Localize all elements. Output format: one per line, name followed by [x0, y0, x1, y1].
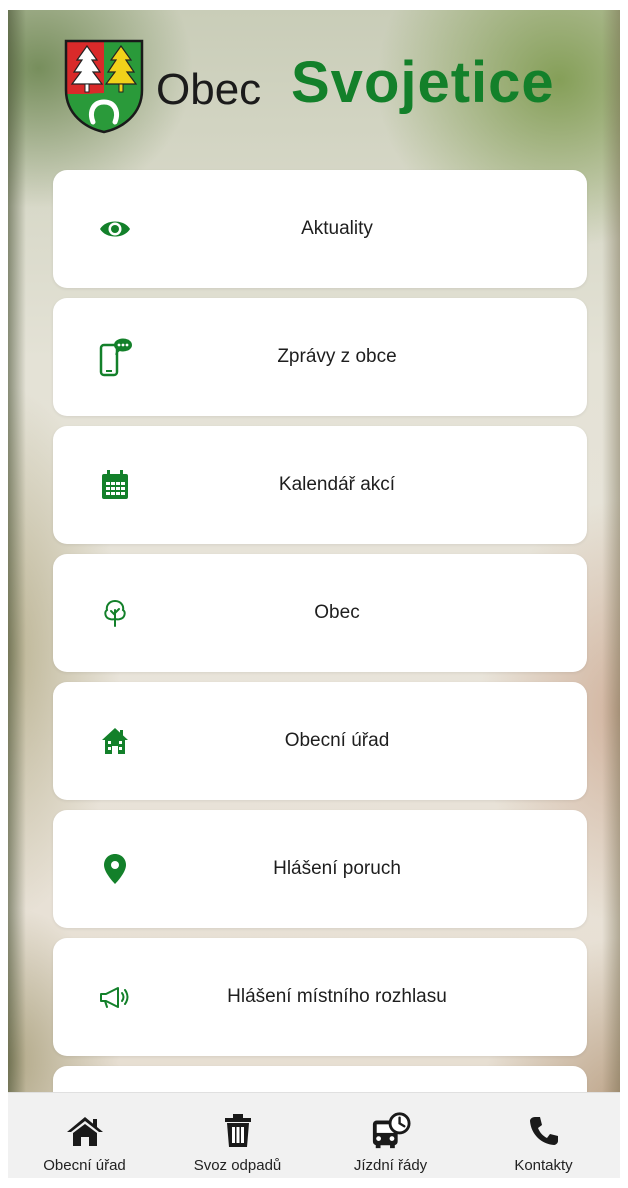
nav-label: Kontakty — [514, 1157, 573, 1174]
header: Obec Svojetice — [8, 10, 620, 160]
menu-item-label: Aktuality — [301, 218, 373, 239]
menu-item-zpravy[interactable]: Zprávy z obce — [53, 298, 587, 416]
menu-item-aktuality[interactable]: Aktuality — [53, 170, 587, 288]
menu-item-obecni-urad[interactable]: Obecní úřad — [53, 682, 587, 800]
phone-icon — [524, 1111, 564, 1151]
app-screen: Obec Svojetice Aktuality Zprávy z obce K… — [8, 10, 620, 1178]
nav-jizdni-rady[interactable]: Jízdní řády — [314, 1093, 467, 1178]
nav-svoz-odpadu[interactable]: Svoz odpadů — [161, 1093, 314, 1178]
menu-item-label: Kalendář akcí — [278, 474, 396, 495]
menu-item-label: Obecní úřad — [284, 730, 390, 751]
menu-item-obec[interactable]: Obec — [53, 554, 587, 672]
nav-obecni-urad[interactable]: Obecní úřad — [8, 1093, 161, 1178]
menu-item-label: Obec — [314, 602, 360, 623]
nav-label: Svoz odpadů — [193, 1157, 282, 1174]
bottom-navigation: Obecní úřad Svoz odpadů Jízdní řády Kont… — [8, 1092, 620, 1178]
menu-item-kalendar[interactable]: Kalendář akcí — [53, 426, 587, 544]
bus-clock-icon — [371, 1111, 411, 1151]
coat-of-arms-icon — [64, 39, 144, 134]
title-prefix: Obec — [156, 65, 262, 114]
nav-kontakty[interactable]: Kontakty — [467, 1093, 620, 1178]
menu-item-label: Hlášení místního rozhlasu — [227, 986, 447, 1007]
town-name: Svojetice — [291, 50, 555, 115]
nav-label: Jízdní řády — [353, 1157, 428, 1174]
menu-item-label: Hlášení poruch — [273, 858, 401, 879]
menu-item-label: Zprávy z obce — [277, 346, 397, 367]
menu-item-hlaseni-rozhlasu[interactable]: Hlášení místního rozhlasu — [53, 938, 587, 1056]
menu-item-hlaseni-poruch[interactable]: Hlášení poruch — [53, 810, 587, 928]
home-icon — [65, 1111, 105, 1151]
trash-icon — [218, 1111, 258, 1151]
nav-label: Obecní úřad — [43, 1157, 126, 1174]
